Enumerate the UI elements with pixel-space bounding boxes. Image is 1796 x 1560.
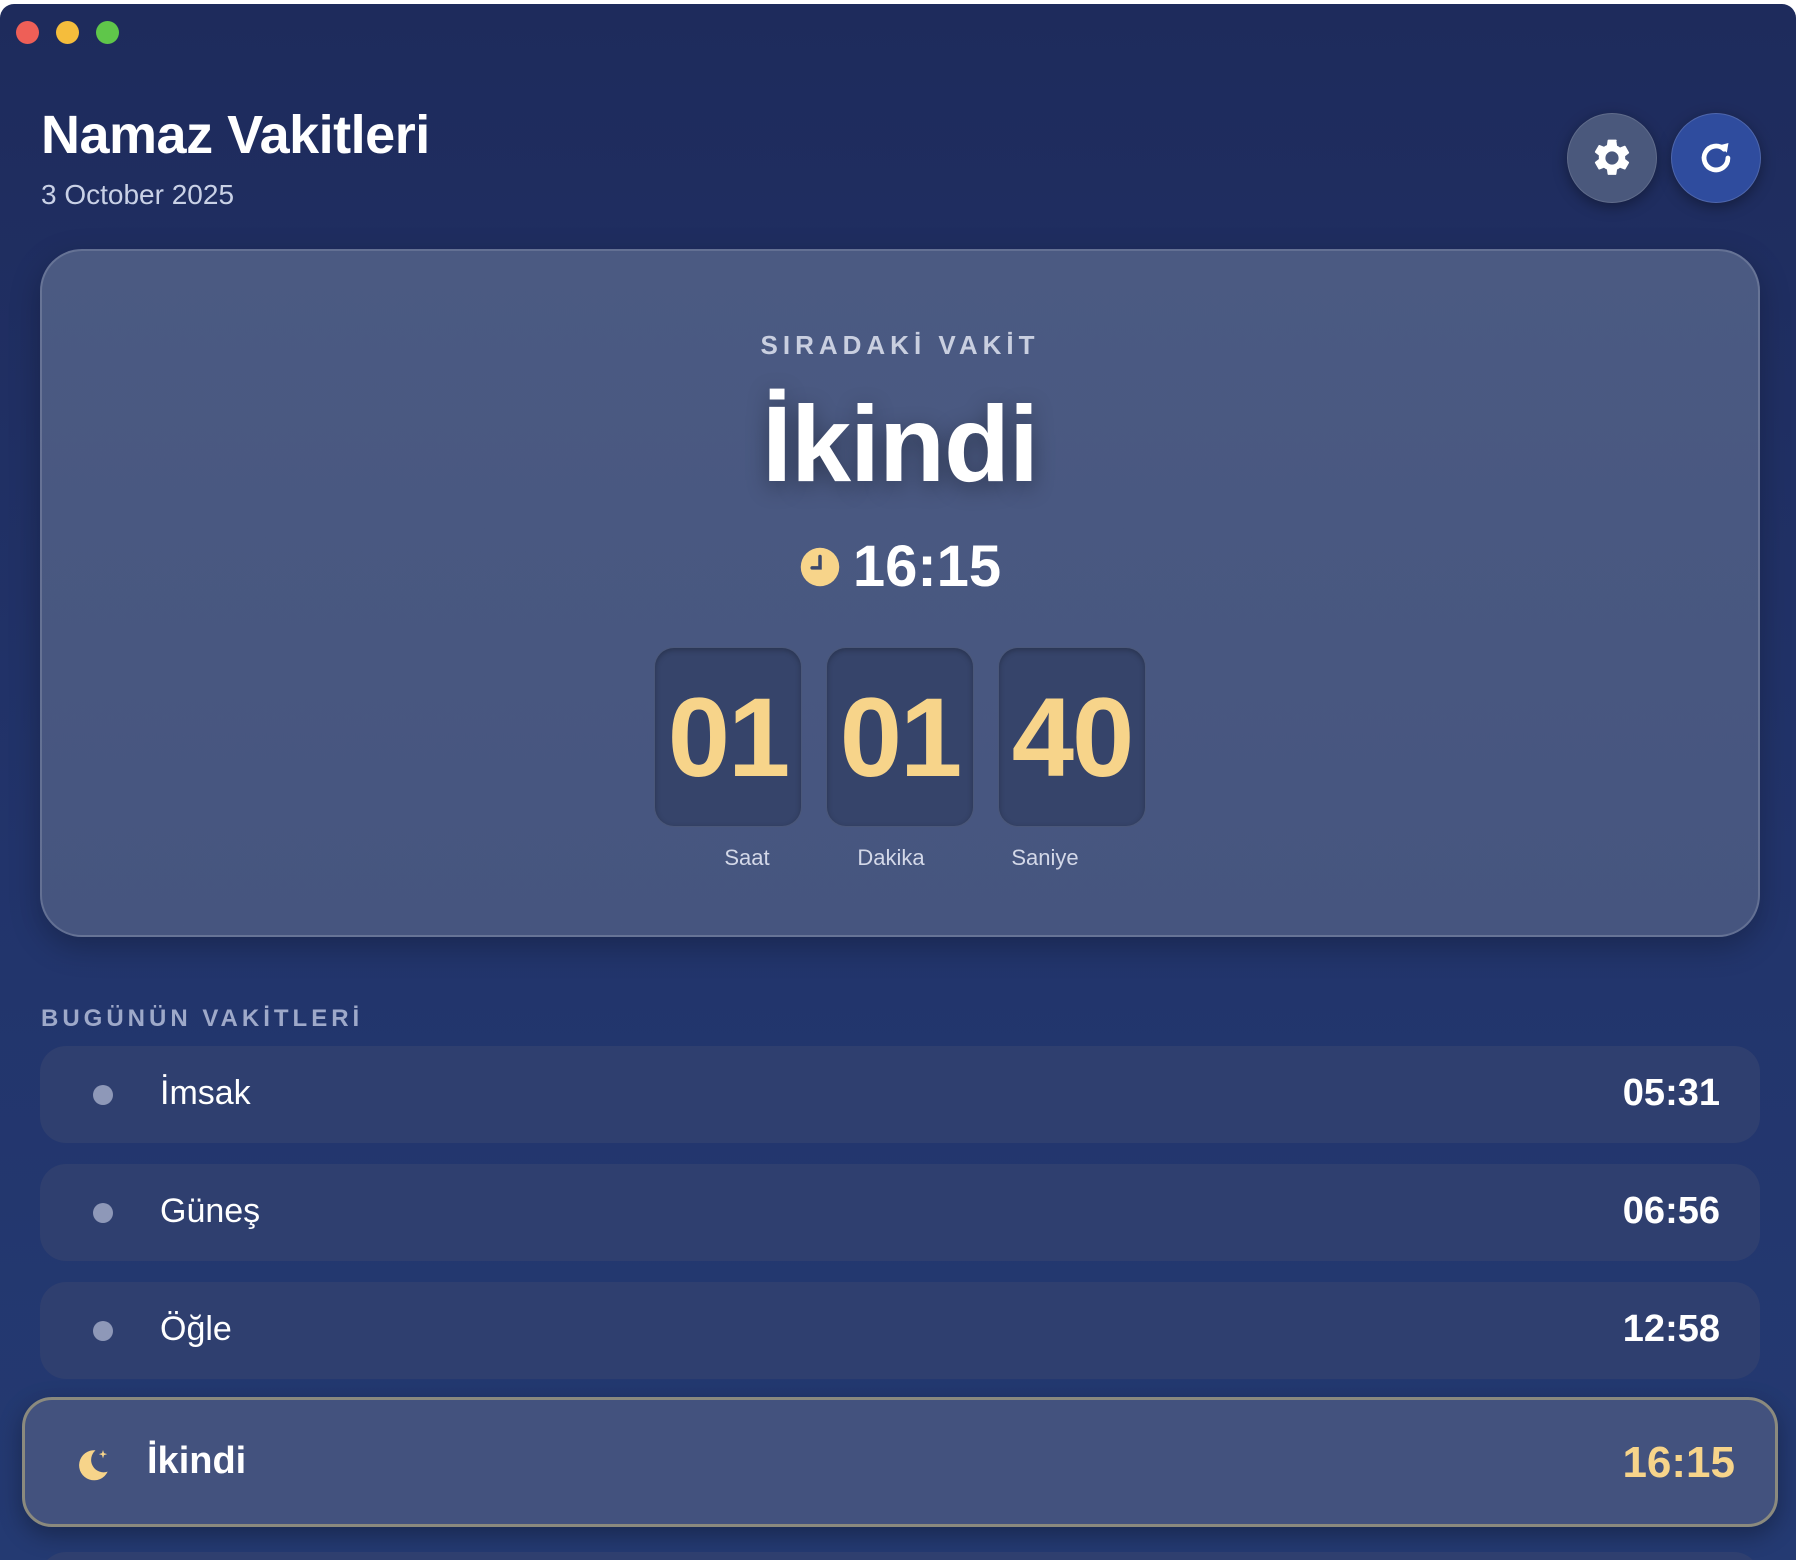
close-window-button[interactable] — [16, 21, 39, 44]
prayer-time: 06:56 — [1622, 1190, 1720, 1232]
prayer-row-ikindi-active[interactable]: İkindi 16:15 — [22, 1397, 1778, 1527]
moon-star-icon — [79, 1450, 108, 1481]
prayer-name: İkindi — [147, 1440, 247, 1482]
status-dot — [93, 1203, 113, 1223]
countdown: 01 01 40 — [42, 647, 1758, 827]
window-controls — [16, 21, 119, 44]
countdown-hours: 01 — [654, 647, 802, 827]
current-date: 3 October 2025 — [41, 179, 235, 210]
status-dot — [93, 1085, 113, 1105]
today-section-title: BUGÜNÜN VAKİTLERİ — [41, 1005, 364, 1032]
prayer-row-ogle[interactable]: Öğle 12:58 — [40, 1282, 1760, 1379]
next-prayer-label: SIRADAKİ VAKİT — [760, 330, 1040, 360]
minimize-window-button[interactable] — [56, 21, 79, 44]
status-dot — [93, 1321, 113, 1341]
prayer-time: 16:15 — [1622, 1438, 1735, 1487]
maximize-window-button[interactable] — [96, 21, 119, 44]
refresh-button[interactable] — [1671, 113, 1761, 203]
prayer-name: İmsak — [160, 1074, 251, 1112]
prayer-row-imsak[interactable]: İmsak 05:31 — [40, 1046, 1760, 1143]
settings-button[interactable] — [1567, 113, 1657, 203]
countdown-seconds-label: Saniye — [1011, 845, 1079, 870]
countdown-minutes-label: Dakika — [857, 845, 925, 870]
prayer-time: 05:31 — [1622, 1072, 1720, 1114]
prayer-row-partial[interactable] — [40, 1552, 1760, 1560]
prayer-name: Güneş — [160, 1192, 261, 1230]
countdown-seconds: 40 — [998, 647, 1146, 827]
clock-icon — [800, 547, 840, 586]
next-prayer-time-row: 16:15 — [42, 533, 1758, 600]
countdown-minutes: 01 — [826, 647, 974, 827]
countdown-hours-label: Saat — [724, 845, 770, 870]
prayer-row-gunes[interactable]: Güneş 06:56 — [40, 1164, 1760, 1261]
refresh-icon — [1701, 142, 1731, 173]
next-prayer-card: SIRADAKİ VAKİT İkindi 16:15 01 01 40 Saa… — [40, 249, 1760, 937]
gear-icon — [1594, 139, 1630, 175]
next-prayer-name: İkindi — [761, 383, 1039, 504]
page-title: Namaz Vakitleri — [41, 105, 430, 165]
prayer-time: 12:58 — [1622, 1308, 1720, 1350]
next-prayer-time: 16:15 — [852, 534, 1002, 599]
app-window: Namaz Vakitleri 3 October 2025 SIRADAKİ … — [0, 4, 1796, 1560]
prayer-name: Öğle — [160, 1310, 232, 1348]
